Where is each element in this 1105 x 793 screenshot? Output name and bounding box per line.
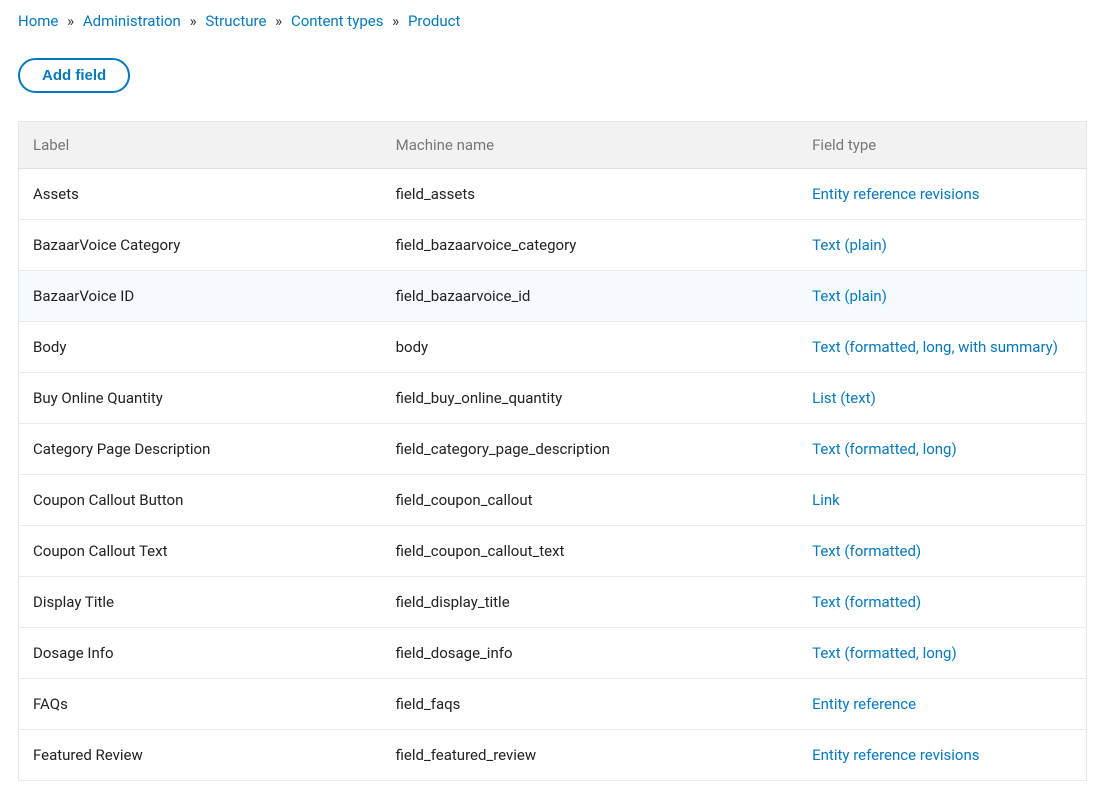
table-row: Assetsfield_assets Entity reference revis… [19, 169, 1087, 220]
field-type-link[interactable]: Text (formatted, long, with summary) [812, 338, 1058, 356]
field-type-link[interactable]: Text (formatted) [812, 593, 921, 611]
fields-table: Label Machine name Field type Assetsfiel… [18, 121, 1087, 781]
table-header-field-type: Field type [798, 122, 1086, 169]
field-machine-name: field_faqs [382, 679, 799, 730]
table-row: Featured Reviewfield_featured_review Enti… [19, 730, 1087, 781]
table-header-label: Label [19, 122, 382, 169]
breadcrumb-link-product[interactable]: Product [408, 12, 460, 30]
breadcrumb: Home » Administration » Structure » Cont… [18, 12, 1087, 30]
field-machine-name: field_bazaarvoice_id [382, 271, 799, 322]
add-field-button[interactable]: Add field [18, 58, 130, 93]
field-machine-name: field_coupon_callout [382, 475, 799, 526]
field-machine-name: field_featured_review [382, 730, 799, 781]
table-row: Coupon Callout Textfield_coupon_callout_… [19, 526, 1087, 577]
field-type-link[interactable]: Text (formatted, long) [812, 440, 957, 458]
field-type-cell: Entity reference revisions [798, 730, 1086, 781]
breadcrumb-separator: » [392, 12, 399, 30]
breadcrumb-separator: » [190, 12, 197, 30]
field-machine-name: field_coupon_callout_text [382, 526, 799, 577]
table-row: Dosage Infofield_dosage_info Text (format… [19, 628, 1087, 679]
table-header-row: Label Machine name Field type [19, 122, 1087, 169]
field-type-link[interactable]: List (text) [812, 389, 876, 407]
field-type-link[interactable]: Entity reference revisions [812, 185, 979, 203]
breadcrumb-link-content-types[interactable]: Content types [291, 12, 384, 30]
breadcrumb-separator: » [67, 12, 74, 30]
breadcrumb-link-administration[interactable]: Administration [83, 12, 181, 30]
field-label: Display Title [19, 577, 382, 628]
field-type-cell: Entity reference [798, 679, 1086, 730]
add-field-button-label: Add field [42, 67, 106, 84]
table-row: Category Page Descriptionfield_category_… [19, 424, 1087, 475]
table-row: Bodybody Text (formatted, long, with summ… [19, 322, 1087, 373]
field-machine-name: field_display_title [382, 577, 799, 628]
table-header-machine-name: Machine name [382, 122, 799, 169]
field-label: Body [19, 322, 382, 373]
breadcrumb-separator: » [275, 12, 282, 30]
breadcrumb-link-structure[interactable]: Structure [205, 12, 266, 30]
field-type-cell: List (text) [798, 373, 1086, 424]
field-label: Category Page Description [19, 424, 382, 475]
field-label: BazaarVoice Category [19, 220, 382, 271]
field-type-cell: Text (formatted, long) [798, 628, 1086, 679]
field-machine-name: body [382, 322, 799, 373]
field-type-cell: Text (formatted, long) [798, 424, 1086, 475]
field-type-link[interactable]: Text (formatted) [812, 542, 921, 560]
field-type-cell: Link [798, 475, 1086, 526]
table-row: Display Titlefield_display_title Text (fo… [19, 577, 1087, 628]
field-type-link[interactable]: Entity reference revisions [812, 746, 979, 764]
field-label: Coupon Callout Text [19, 526, 382, 577]
field-machine-name: field_buy_online_quantity [382, 373, 799, 424]
field-machine-name: field_dosage_info [382, 628, 799, 679]
field-type-link[interactable]: Text (formatted, long) [812, 644, 957, 662]
field-type-cell: Text (formatted) [798, 526, 1086, 577]
table-row: Coupon Callout Buttonfield_coupon_callou… [19, 475, 1087, 526]
field-label: Buy Online Quantity [19, 373, 382, 424]
field-label: Featured Review [19, 730, 382, 781]
field-label: Assets [19, 169, 382, 220]
table-row: FAQsfield_faqs Entity reference [19, 679, 1087, 730]
field-label: Coupon Callout Button [19, 475, 382, 526]
field-label: FAQs [19, 679, 382, 730]
field-type-cell: Text (formatted, long, with summary) [798, 322, 1086, 373]
field-type-link[interactable]: Entity reference [812, 695, 916, 713]
field-type-cell: Text (formatted) [798, 577, 1086, 628]
table-row: BazaarVoice Categoryfield_bazaarvoice_ca… [19, 220, 1087, 271]
field-type-link[interactable]: Text (plain) [812, 287, 887, 305]
field-type-link[interactable]: Text (plain) [812, 236, 887, 254]
field-type-cell: Entity reference revisions [798, 169, 1086, 220]
breadcrumb-link-home[interactable]: Home [18, 12, 58, 30]
table-row: BazaarVoice IDfield_bazaarvoice_id Text (… [19, 271, 1087, 322]
field-type-cell: Text (plain) [798, 220, 1086, 271]
table-row: Buy Online Quantityfield_buy_online_quan… [19, 373, 1087, 424]
field-machine-name: field_bazaarvoice_category [382, 220, 799, 271]
field-label: Dosage Info [19, 628, 382, 679]
field-type-cell: Text (plain) [798, 271, 1086, 322]
field-machine-name: field_assets [382, 169, 799, 220]
field-machine-name: field_category_page_description [382, 424, 799, 475]
field-type-link[interactable]: Link [812, 491, 840, 509]
field-label: BazaarVoice ID [19, 271, 382, 322]
